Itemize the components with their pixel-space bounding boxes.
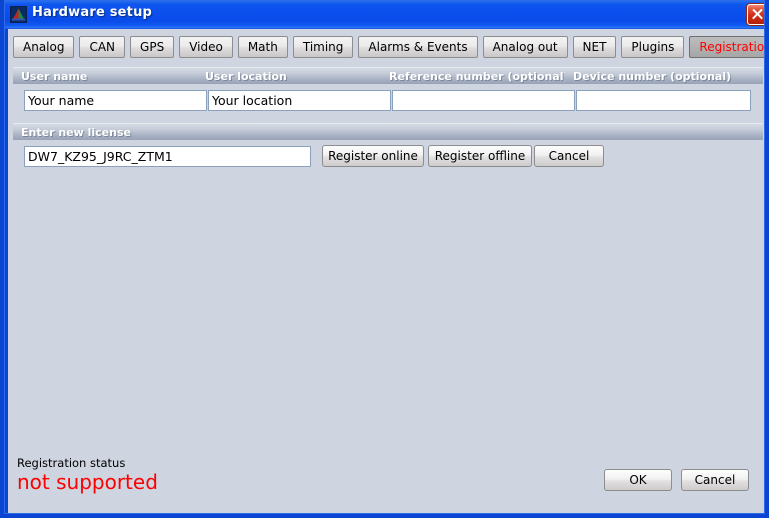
tab-registration[interactable]: Registration	[689, 36, 765, 58]
tab-plugins[interactable]: Plugins	[621, 36, 685, 58]
tab-analog-out[interactable]: Analog out	[482, 36, 568, 58]
client-area: Analog CAN GPS Video Math Timing Alarms & Even…	[8, 29, 765, 514]
group-header-label: Device number (optional)	[573, 70, 732, 83]
reference-number-optional-input[interactable]	[392, 90, 575, 111]
group-header-user-name: User name	[13, 67, 197, 84]
hardware-setup-window: Hardware setup Analog CAN GPS Video Math Timi…	[0, 0, 769, 518]
cancel-button[interactable]: Cancel	[534, 145, 604, 167]
user-name-input[interactable]	[24, 90, 207, 111]
tab-can[interactable]: CAN	[79, 36, 126, 58]
tab-strip: Analog CAN GPS Video Math Timing Alarms & Even…	[13, 36, 765, 58]
user-location-input[interactable]	[208, 90, 391, 111]
license-key-input[interactable]	[24, 146, 311, 167]
register-online-button[interactable]: Register online	[322, 145, 424, 167]
app-pyramid-icon	[10, 6, 27, 23]
group-header-reference-number-optional: Reference number (optional)	[381, 67, 569, 84]
window-title: Hardware setup	[32, 5, 153, 20]
tab-timing[interactable]: Timing	[292, 36, 354, 58]
group-header-device-number-optional: Device number (optional)	[565, 67, 763, 84]
tab-net[interactable]: NET	[572, 36, 617, 58]
device-number-optional-input[interactable]	[576, 90, 751, 111]
register-offline-button[interactable]: Register offline	[428, 145, 532, 167]
tab-alarms-events[interactable]: Alarms & Events	[358, 36, 478, 58]
app-pyramid-icon-svg	[12, 8, 25, 21]
group-header-user-location: User location	[197, 67, 381, 84]
tab-math[interactable]: Math	[237, 36, 288, 58]
registration-status-value: not supported	[17, 470, 158, 494]
close-icon[interactable]	[747, 4, 765, 25]
cancel-button[interactable]: Cancel	[681, 469, 749, 491]
tab-analog[interactable]: Analog	[13, 36, 75, 58]
group-header-label: Enter new license	[21, 126, 131, 139]
tab-video[interactable]: Video	[179, 36, 233, 58]
registration-status-label: Registration status	[17, 456, 126, 470]
title-bar: Hardware setup	[4, 0, 765, 29]
tab-gps[interactable]: GPS	[130, 36, 175, 58]
group-header-label: Reference number (optional)	[389, 70, 569, 83]
group-header-enter-new-license: Enter new license	[13, 123, 763, 140]
ok-button[interactable]: OK	[604, 469, 672, 491]
group-header-label: User location	[205, 70, 287, 83]
group-header-label: User name	[21, 70, 88, 83]
